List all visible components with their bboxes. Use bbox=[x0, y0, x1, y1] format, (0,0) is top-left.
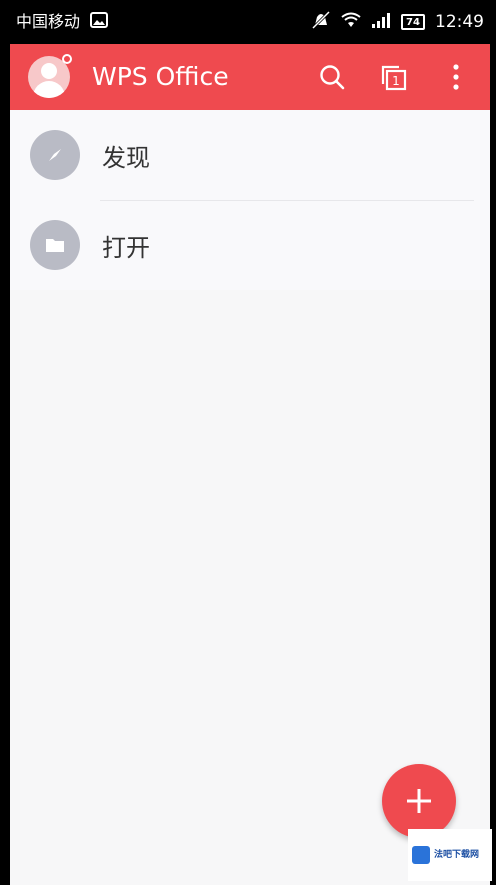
avatar-head bbox=[41, 63, 57, 79]
tab-count: 1 bbox=[392, 74, 400, 88]
status-bar: 中国移动 74 12:49 bbox=[0, 0, 496, 44]
phone-screen: 中国移动 74 12:49 WPS Office 1 发现 打开 法吧下载网 bbox=[0, 0, 496, 885]
mute-icon bbox=[311, 10, 331, 33]
status-left: 中国移动 bbox=[16, 12, 109, 32]
nav-list: 发现 打开 bbox=[10, 110, 490, 290]
status-right: 74 12:49 bbox=[311, 10, 484, 33]
list-item-label: 打开 bbox=[102, 233, 150, 262]
list-item-label: 发现 bbox=[102, 143, 150, 172]
list-item-discover[interactable]: 发现 bbox=[10, 110, 490, 200]
search-icon[interactable] bbox=[316, 61, 348, 93]
wps-app: WPS Office 1 发现 打开 bbox=[10, 44, 490, 885]
status-time: 12:49 bbox=[435, 11, 484, 32]
wifi-icon bbox=[341, 12, 361, 32]
watermark-logo-icon bbox=[412, 846, 430, 864]
carrier-name: 中国移动 bbox=[16, 12, 81, 31]
app-title: WPS Office bbox=[92, 62, 229, 91]
image-notification-icon bbox=[90, 12, 109, 32]
battery-indicator: 74 bbox=[401, 14, 425, 30]
add-button[interactable] bbox=[382, 764, 456, 838]
app-bar: WPS Office 1 bbox=[10, 44, 490, 110]
notification-dot-icon bbox=[62, 54, 72, 64]
folder-icon bbox=[30, 220, 80, 270]
more-vert-icon[interactable] bbox=[440, 61, 472, 93]
avatar-body bbox=[33, 81, 65, 98]
app-bar-actions: 1 bbox=[316, 61, 472, 93]
watermark: 法吧下载网 bbox=[408, 829, 492, 881]
signal-icon bbox=[371, 12, 391, 32]
plus-icon bbox=[407, 789, 431, 813]
list-item-open[interactable]: 打开 bbox=[10, 200, 490, 290]
tabs-icon[interactable]: 1 bbox=[378, 61, 410, 93]
watermark-text: 法吧下载网 bbox=[434, 850, 480, 860]
compass-icon bbox=[30, 130, 80, 180]
